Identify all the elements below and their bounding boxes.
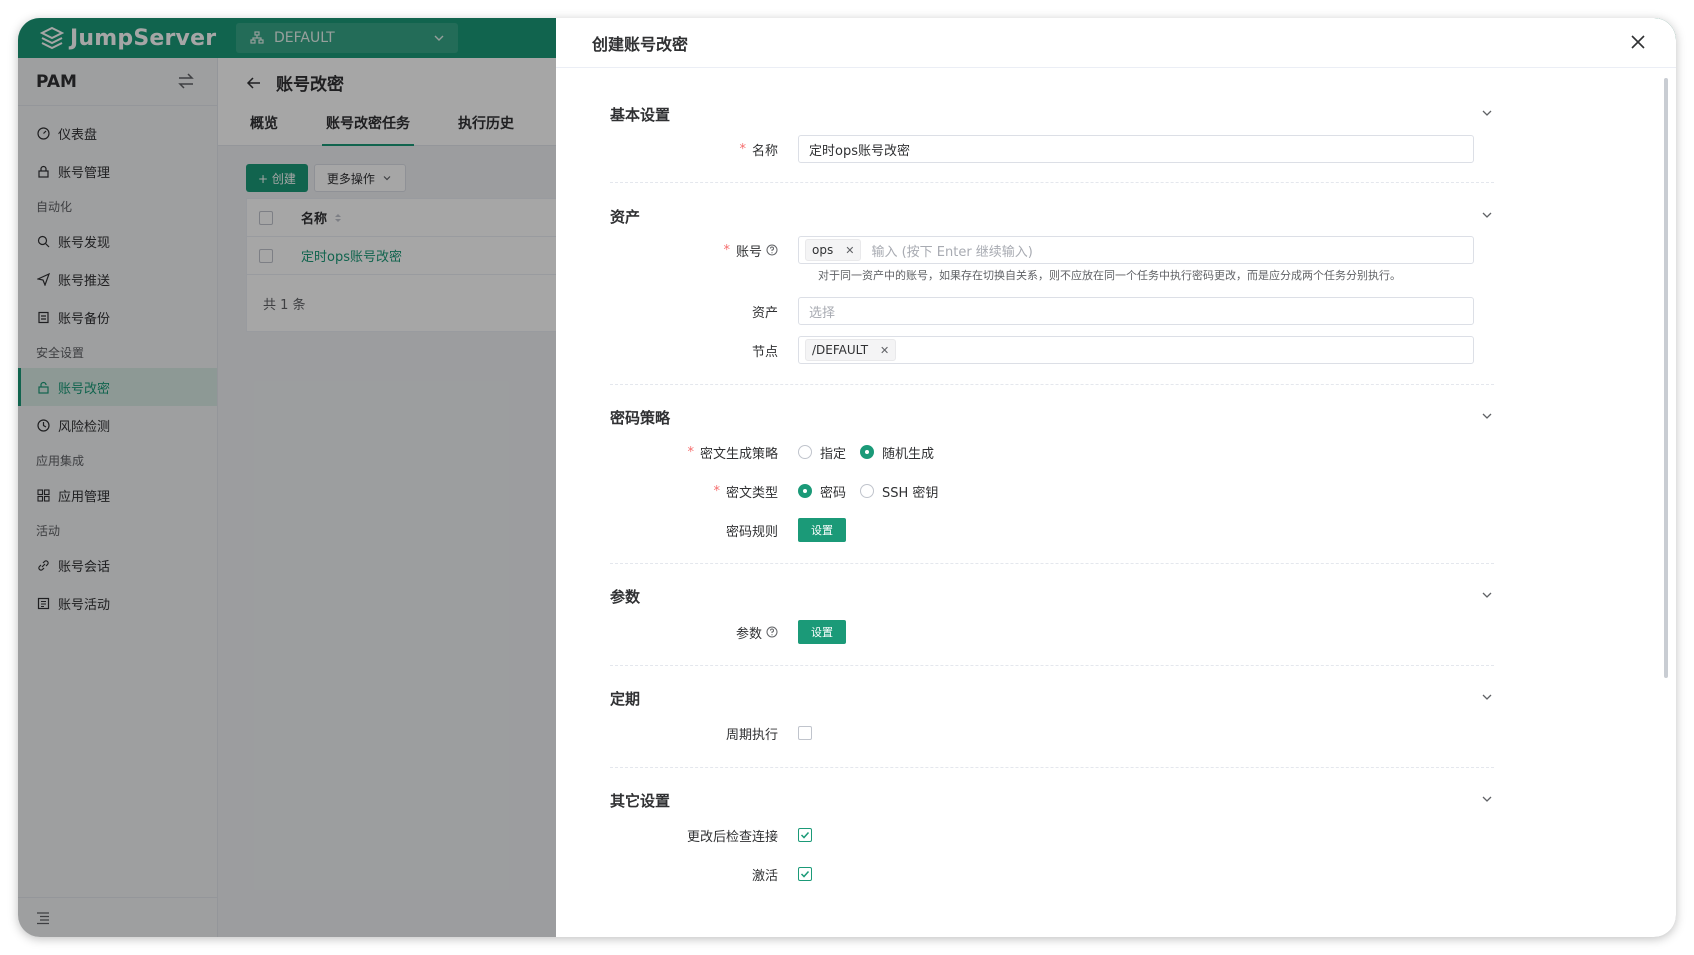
divider [610,665,1494,666]
tag-label: ops [812,243,834,257]
tag-remove-icon[interactable]: ✕ [880,344,889,357]
asset-placeholder: 选择 [809,305,836,321]
section-other[interactable]: 其它设置 [610,790,1494,811]
field-label: 名称 [751,143,778,159]
drawer-header: 创建账号改密 [556,18,1676,68]
form-row-secret-strategy: * 密文生成策略 指定 随机生成 [687,443,935,462]
chevron-down-icon[interactable] [1480,208,1494,222]
chevron-down-icon[interactable] [1480,409,1494,423]
radio-random[interactable]: 随机生成 [860,443,934,462]
node-tag: /DEFAULT ✕ [805,339,897,361]
account-tag-input[interactable]: ops ✕ 输入 (按下 Enter 继续输入) [798,236,1474,264]
active-checkbox[interactable] [798,867,812,881]
check-connection-checkbox[interactable] [798,828,812,842]
field-label: 账号 [735,244,762,260]
field-label: 节点 [751,344,778,360]
section-title: 定期 [610,690,641,708]
periodic-checkbox[interactable] [798,726,812,740]
help-icon[interactable] [766,244,778,256]
chevron-down-icon[interactable] [1480,588,1494,602]
form-row-node: 节点 /DEFAULT ✕ [610,336,1494,364]
drawer-scrollbar[interactable] [1664,78,1668,678]
field-label: 更改后检查连接 [686,829,778,845]
chevron-down-icon[interactable] [1480,690,1494,704]
field-label: 资产 [751,305,778,321]
divider [610,182,1494,183]
close-icon[interactable] [1628,32,1648,52]
app-window: JumpServer DEFAULT PAM 仪表盘 账号管理 自动化 账号发现 [18,18,1676,937]
create-drawer: 创建账号改密 基本设置 * 名称 定时ops账号改密 资产 * 账号 ops ✕… [556,18,1676,937]
form-row-periodic: 周期执行 [610,719,1494,747]
field-label: 周期执行 [725,727,778,743]
drawer-title: 创建账号改密 [592,34,689,54]
section-title: 参数 [610,588,641,606]
form-row-asset: 资产 选择 [610,297,1494,325]
account-hint: 对于同一资产中的账号，如果存在切换自关系，则不应放在同一个任务中执行密码更改，而… [818,269,1401,282]
section-basic[interactable]: 基本设置 [610,104,1494,125]
divider [610,767,1494,768]
checkmark-icon [800,870,810,878]
field-label: 密码规则 [725,524,778,540]
field-label: 激活 [751,868,778,884]
field-label: 密文类型 [725,485,778,501]
help-icon[interactable] [766,626,778,638]
section-params[interactable]: 参数 [610,586,1494,607]
section-title: 基本设置 [610,106,671,124]
radio-specify[interactable]: 指定 [798,443,846,462]
section-title: 资产 [610,208,641,226]
account-tag: ops ✕ [805,239,862,261]
radio-ssh-key[interactable]: SSH 密钥 [860,482,938,501]
chevron-down-icon[interactable] [1480,792,1494,806]
form-row-params: 参数 设置 [610,618,1494,646]
form-row-name: * 名称 定时ops账号改密 [610,135,1494,163]
params-button[interactable]: 设置 [798,620,846,644]
section-schedule[interactable]: 定期 [610,688,1494,709]
account-input-placeholder: 输入 (按下 Enter 继续输入) [871,244,1033,260]
chevron-down-icon[interactable] [1480,106,1494,120]
drawer-form: 基本设置 * 名称 定时ops账号改密 资产 * 账号 ops ✕ 输入 (按下 En… [574,68,1654,937]
section-assets[interactable]: 资产 [610,206,1494,227]
section-title: 密码策略 [610,409,671,427]
form-row-active: 激活 [610,860,1494,888]
divider [610,384,1494,385]
form-row-secret-type: * 密文类型 密码 SSH 密钥 [713,482,939,501]
form-row-check-connection: 更改后检查连接 [610,821,1494,849]
asset-select[interactable]: 选择 [798,297,1474,325]
node-select[interactable]: /DEFAULT ✕ [798,336,1474,364]
field-label: 密文生成策略 [699,446,778,462]
divider [610,563,1494,564]
form-row-account: * 账号 ops ✕ 输入 (按下 Enter 继续输入) [610,236,1494,264]
checkmark-icon [800,831,810,839]
section-title: 其它设置 [610,792,671,810]
name-input[interactable]: 定时ops账号改密 [798,135,1474,163]
tag-label: /DEFAULT [812,343,869,357]
tag-remove-icon[interactable]: ✕ [845,244,854,257]
form-row-password-rules: 密码规则 设置 [610,516,1494,544]
field-label: 参数 [735,626,762,642]
radio-password[interactable]: 密码 [798,482,846,501]
section-password-policy[interactable]: 密码策略 [610,407,1494,428]
password-rules-button[interactable]: 设置 [798,518,846,542]
